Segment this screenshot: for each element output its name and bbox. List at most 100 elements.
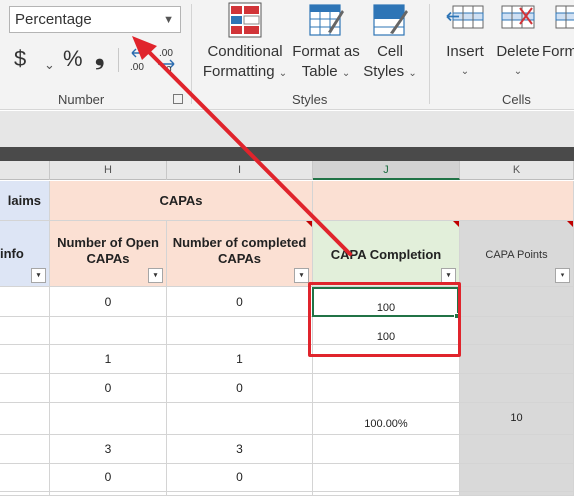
cells-group-label: Cells	[502, 92, 531, 107]
table-cell[interactable]	[460, 317, 574, 345]
group-separator	[429, 4, 430, 104]
conditional-formatting-button[interactable]: Conditional Formatting ⌄	[198, 2, 292, 84]
column-header-h[interactable]: H	[50, 161, 167, 180]
capas-group-header[interactable]: CAPAs	[50, 181, 313, 221]
table-cell[interactable]	[460, 287, 574, 317]
accounting-format-chevron-icon[interactable]: ⌄	[44, 50, 55, 80]
capa-completion-header-label: CAPA Completion	[330, 247, 442, 262]
claims-header-cell[interactable]: laims	[0, 181, 50, 221]
table-cell[interactable]	[0, 345, 50, 374]
insert-button[interactable]: Insert ⌄	[436, 2, 494, 82]
chevron-down-icon: ⌄	[341, 68, 351, 79]
format-as-table-button[interactable]: Format as Table ⌄	[290, 2, 362, 84]
table-cell[interactable]	[50, 317, 167, 345]
number-group-label: Number	[58, 92, 105, 107]
table-cell[interactable]	[167, 403, 313, 435]
dollar-icon: $	[14, 46, 27, 71]
table-cell[interactable]	[460, 464, 574, 492]
group-header-cell[interactable]	[313, 181, 574, 221]
table-cell[interactable]	[460, 345, 574, 374]
table-cell[interactable]: 1	[50, 345, 167, 374]
table-cell[interactable]	[167, 317, 313, 345]
table-cell[interactable]: 3	[50, 435, 167, 464]
annotation-highlight-box	[308, 282, 461, 357]
capa-completion-header-cell[interactable]: CAPA Completion ▾	[313, 221, 460, 287]
comment-indicator-icon	[453, 221, 459, 227]
format-as-table-label-1: Format as	[292, 43, 360, 60]
delete-button[interactable]: Delete ⌄	[490, 2, 546, 82]
info-header-cell[interactable]: info ▾	[0, 221, 50, 287]
table-cell[interactable]: 100.00%	[313, 403, 460, 435]
column-header-i[interactable]: I	[167, 161, 313, 180]
format-label: Form	[542, 43, 574, 60]
accounting-format-button[interactable]: $	[14, 44, 26, 74]
open-capas-header-cell[interactable]: Number of Open CAPAs ▾	[50, 221, 167, 287]
cell-styles-button[interactable]: Cell Styles ⌄	[356, 2, 424, 84]
table-cell[interactable]	[460, 492, 574, 496]
table-cell[interactable]	[460, 435, 574, 464]
insert-label: Insert	[446, 43, 484, 60]
number-format-dropdown[interactable]: Percentage ▼	[9, 6, 181, 33]
conditional-formatting-label-2: Formatting	[202, 63, 275, 80]
table-cell[interactable]	[0, 492, 50, 496]
comma-style-button[interactable]: ❟	[95, 42, 104, 72]
table-cell[interactable]: 1	[167, 345, 313, 374]
decrease-decimal-top-label: .00	[159, 48, 173, 59]
ribbon: Percentage ▼ $ ⌄ % ❟ .00 .00 0 Number Co…	[0, 0, 574, 110]
cell-styles-icon	[373, 4, 408, 36]
cell-styles-label-2: Styles	[363, 63, 405, 80]
capa-points-header-cell[interactable]: CAPA Points ▾	[460, 221, 574, 287]
comma-icon: ❟	[95, 43, 105, 70]
table-cell[interactable]	[0, 287, 50, 317]
comment-indicator-icon	[567, 221, 573, 227]
capa-points-header-label: CAPA Points	[485, 249, 548, 261]
table-cell[interactable]: 3	[167, 435, 313, 464]
table-cell[interactable]	[167, 492, 313, 496]
table-cell[interactable]	[50, 492, 167, 496]
completed-capas-header-label: Number of completed CAPAs	[172, 235, 307, 266]
table-cell[interactable]: 0	[50, 464, 167, 492]
table-cell[interactable]	[0, 374, 50, 403]
percent-icon: %	[63, 46, 83, 71]
decrease-decimal-bottom-label: 0	[166, 65, 172, 74]
column-header-g[interactable]	[0, 161, 50, 180]
table-cell[interactable]: 10	[460, 403, 574, 435]
decrease-decimal-button[interactable]: .00 0	[158, 48, 175, 74]
filter-dropdown-icon[interactable]: ▾	[31, 268, 46, 283]
increase-decimal-label: .00	[130, 62, 144, 73]
table-cell[interactable]	[313, 464, 460, 492]
table-cell[interactable]	[313, 435, 460, 464]
increase-decimal-button[interactable]: .00	[130, 48, 148, 73]
table-cell[interactable]: 0	[167, 287, 313, 317]
table-cell[interactable]	[313, 492, 460, 496]
percent-style-button[interactable]: %	[63, 44, 83, 74]
table-cell[interactable]: 0	[167, 374, 313, 403]
table-cell[interactable]	[313, 374, 460, 403]
chevron-down-icon: ⌄	[278, 68, 288, 79]
filter-dropdown-icon[interactable]: ▾	[148, 268, 163, 283]
table-cell[interactable]: 0	[50, 374, 167, 403]
table-cell[interactable]	[0, 435, 50, 464]
filter-dropdown-icon[interactable]: ▾	[441, 268, 456, 283]
table-cell[interactable]	[0, 317, 50, 345]
column-header-k[interactable]: K	[460, 161, 574, 180]
number-format-value: Percentage	[15, 11, 92, 28]
table-cell[interactable]: 0	[167, 464, 313, 492]
filter-dropdown-icon[interactable]: ▾	[294, 268, 309, 283]
comment-indicator-icon	[306, 221, 312, 227]
left-arrow-icon	[131, 48, 148, 58]
column-header-j[interactable]: J	[313, 161, 460, 180]
filter-dropdown-icon[interactable]: ▾	[555, 268, 570, 283]
dialog-launcher-icon[interactable]	[173, 94, 183, 104]
table-cell[interactable]	[460, 374, 574, 403]
table-cell[interactable]	[0, 464, 50, 492]
completed-capas-header-cell[interactable]: Number of completed CAPAs ▾	[167, 221, 313, 287]
table-cell[interactable]: 0	[50, 287, 167, 317]
chevron-down-icon: ⌄	[513, 66, 523, 77]
format-cells-icon	[555, 5, 574, 29]
decimal-buttons: .00 .00 0	[130, 48, 175, 74]
table-cell[interactable]	[50, 403, 167, 435]
conditional-formatting-label-1: Conditional	[207, 43, 283, 60]
table-cell[interactable]	[0, 403, 50, 435]
format-button[interactable]: Form	[542, 2, 574, 62]
